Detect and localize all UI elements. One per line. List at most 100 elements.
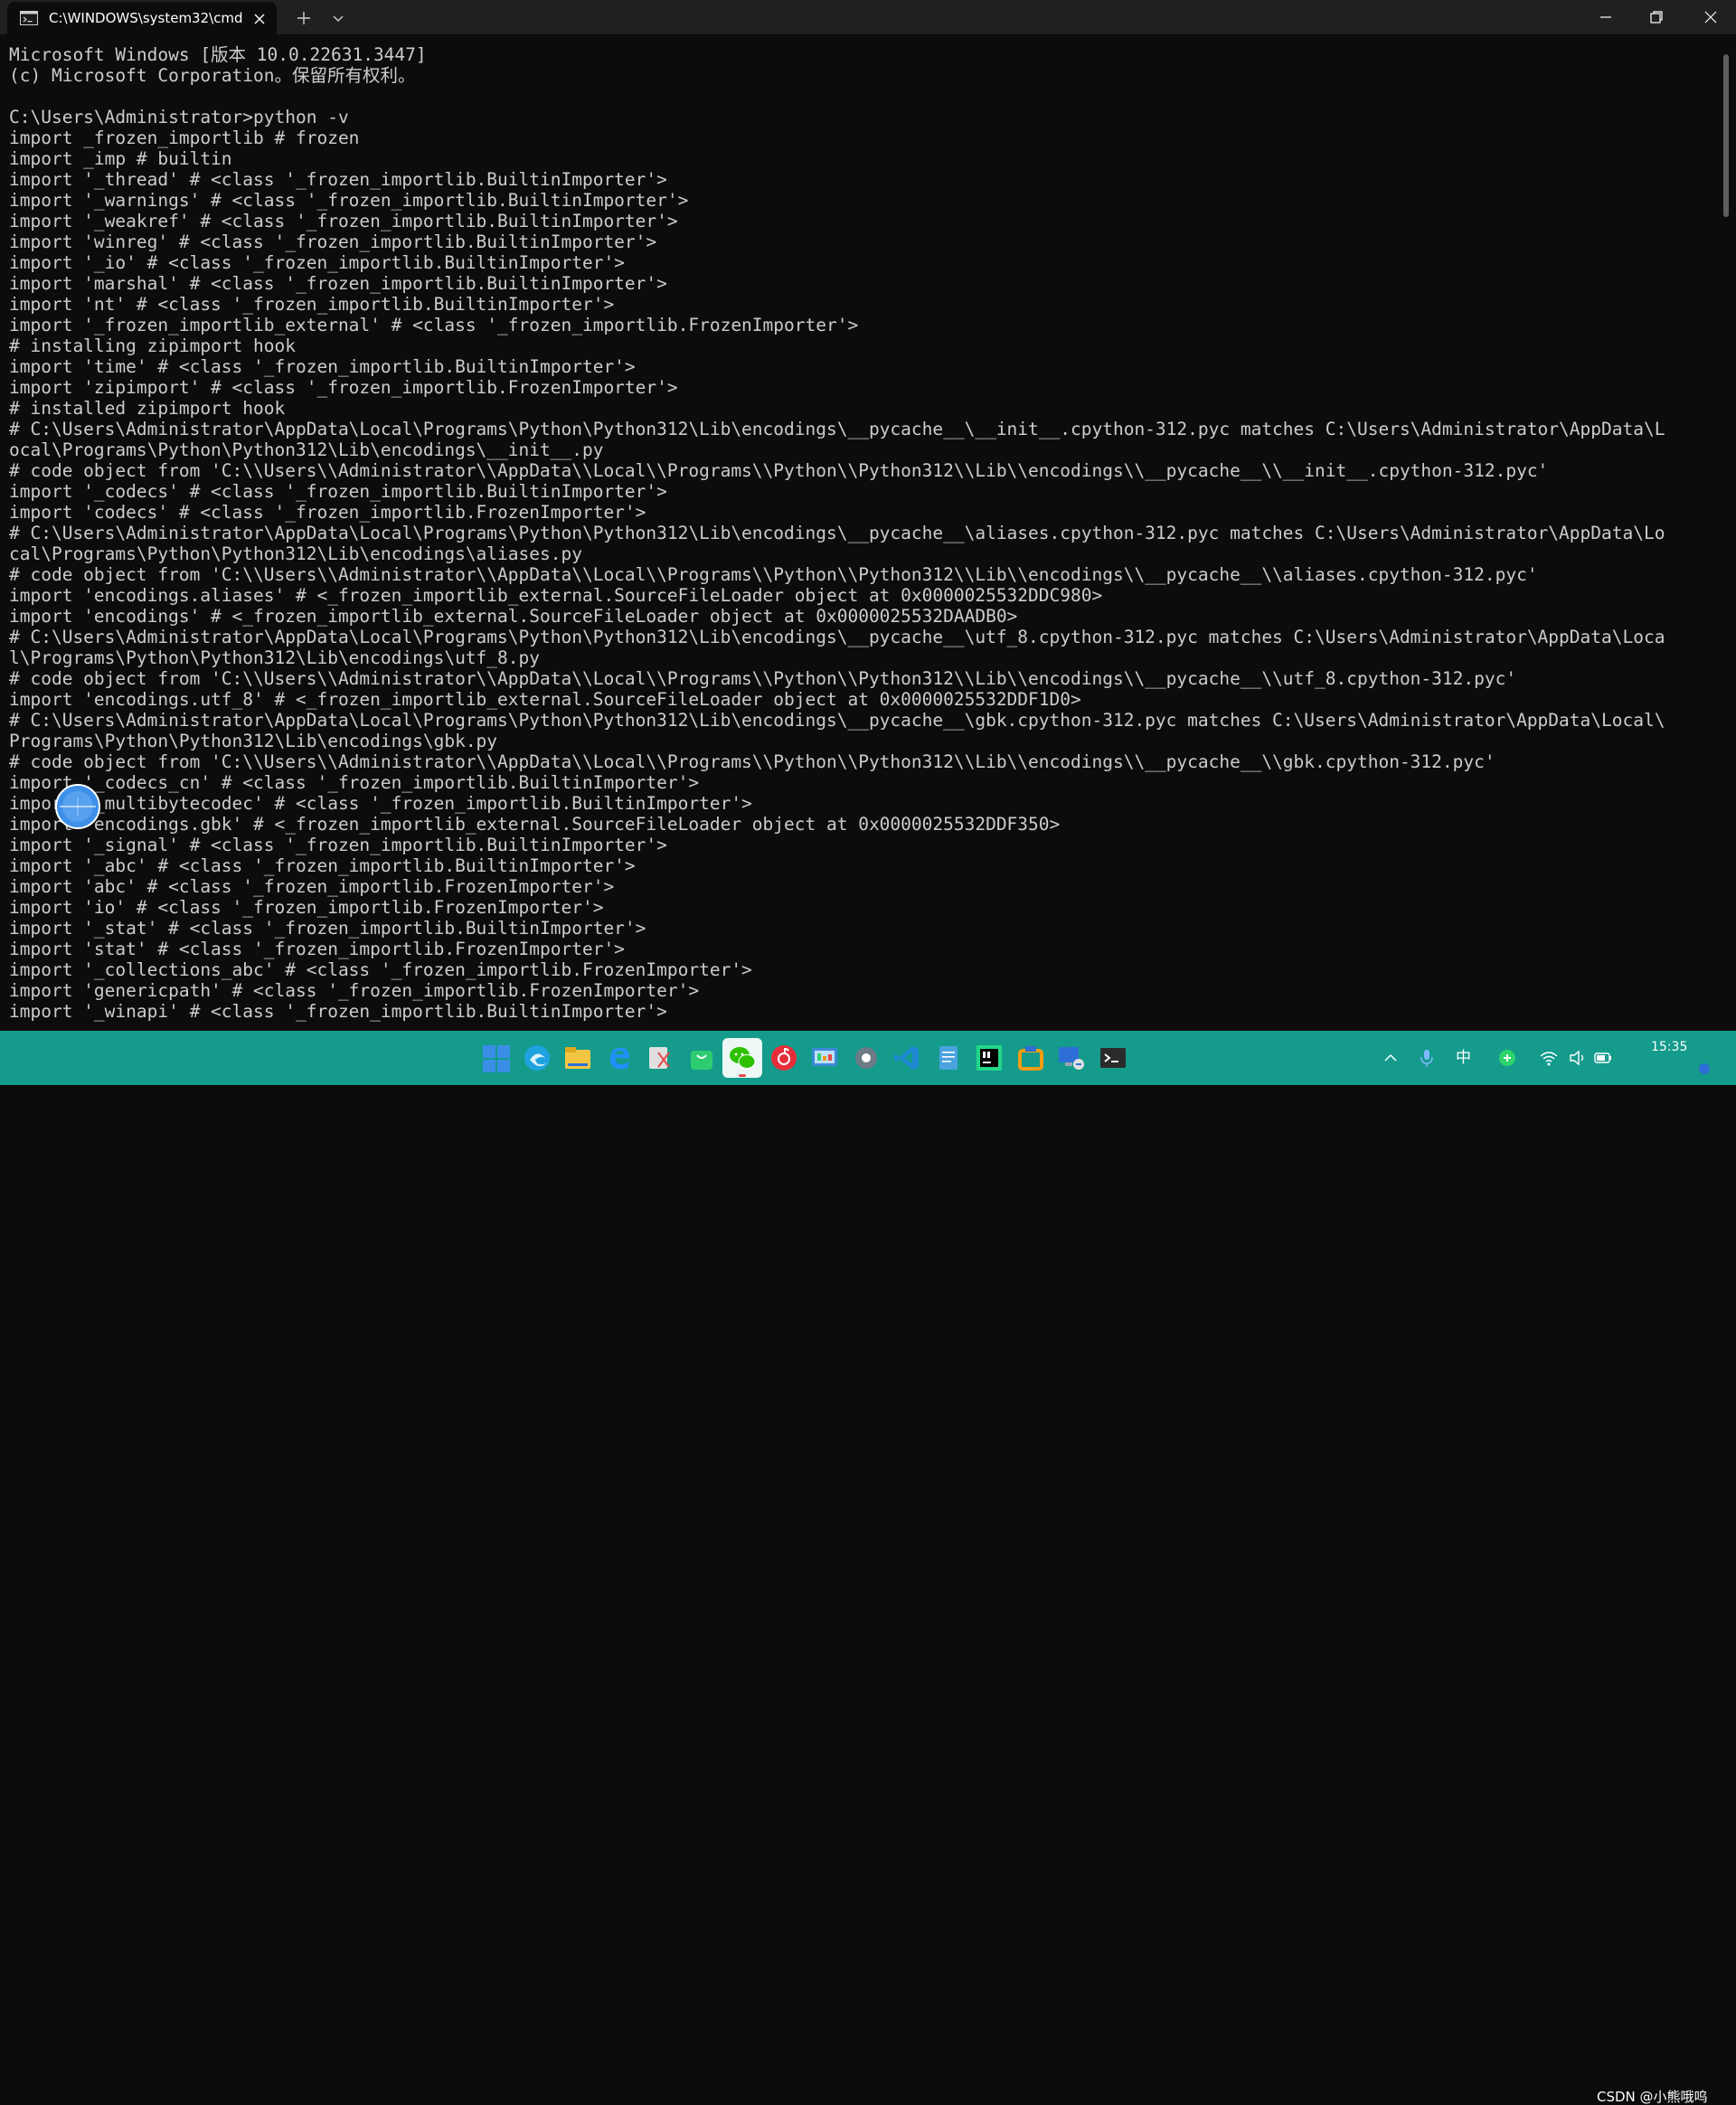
taskbar-terminal-button[interactable]	[1093, 1038, 1133, 1078]
console-line: ocal\Programs\Python\Python312\Lib\encod…	[9, 439, 604, 460]
taskbar-settings-button[interactable]	[846, 1038, 886, 1078]
console-line: import 'encodings' # <_frozen_importlib_…	[9, 606, 1018, 627]
console-line: # C:\Users\Administrator\AppData\Local\P…	[9, 523, 1665, 543]
console-line: # installing zipimport hook	[9, 335, 296, 356]
console-line: import 'stat' # <class '_frozen_importli…	[9, 939, 625, 959]
control-panel-icon	[812, 1048, 837, 1066]
cmd-icon	[20, 11, 38, 25]
console-line: import 'nt' # <class '_frozen_importlib.…	[9, 294, 615, 315]
console-line: import _frozen_importlib # frozen	[9, 127, 360, 148]
console-line: import 'zipimport' # <class '_frozen_imp…	[9, 377, 678, 398]
loading-cursor-icon	[54, 783, 101, 830]
tab-close-icon[interactable]	[250, 9, 269, 29]
console-line: import '_thread' # <class '_frozen_impor…	[9, 169, 667, 190]
volume-icon[interactable]	[1568, 1047, 1588, 1069]
console-line: (c) Microsoft Corporation。保留所有权利。	[9, 65, 416, 86]
wifi-icon[interactable]	[1539, 1047, 1559, 1069]
console-line: import '_codecs' # <class '_frozen_impor…	[9, 481, 667, 502]
vscode-icon	[894, 1046, 919, 1070]
new-tab-plus-icon[interactable]	[291, 5, 316, 31]
wechat-icon	[730, 1047, 756, 1069]
netease-music-icon	[771, 1045, 797, 1071]
console-line: # code object from 'C:\\Users\\Administr…	[9, 751, 1495, 772]
console-line: import 'abc' # <class '_frozen_importlib…	[9, 876, 615, 897]
show-hidden-icons-chevron-up-icon[interactable]	[1382, 1047, 1400, 1069]
console-line: import '_weakref' # <class '_frozen_impo…	[9, 211, 678, 231]
tab-title: C:\WINDOWS\system32\cmd.	[49, 10, 242, 26]
settings-icon	[855, 1047, 877, 1069]
console-line: # C:\Users\Administrator\AppData\Local\P…	[9, 627, 1665, 647]
console-line: import '_warnings' # <class '_frozen_imp…	[9, 190, 689, 211]
tab-dropdown-chevron-down-icon[interactable]	[326, 5, 351, 31]
taskbar-remote-desktop-button[interactable]	[1052, 1038, 1091, 1078]
console-line: import 'codecs' # <class '_frozen_import…	[9, 502, 646, 523]
console-line: import 'time' # <class '_frozen_importli…	[9, 356, 636, 377]
battery-icon[interactable]	[1593, 1047, 1613, 1069]
console-line: # installed zipimport hook	[9, 398, 286, 419]
console-line: cal\Programs\Python\Python312\Lib\encodi…	[9, 543, 582, 564]
remote-desktop-icon	[1059, 1047, 1084, 1070]
taskbar-ie-button[interactable]	[599, 1038, 639, 1078]
console-line: import 'io' # <class '_frozen_importlib.…	[9, 897, 604, 918]
close-icon	[1704, 11, 1717, 24]
console-line: import '_codecs_cn' # <class '_frozen_im…	[9, 772, 700, 793]
taskbar-shopping-bag-button[interactable]	[682, 1038, 722, 1078]
tab-cmd[interactable]: C:\WINDOWS\system32\cmd.	[7, 2, 277, 34]
console-line: import '_stat' # <class '_frozen_importl…	[9, 918, 646, 939]
taskbar-wechat-button[interactable]	[722, 1038, 762, 1078]
start-icon	[483, 1045, 510, 1072]
console-line: import '_abc' # <class '_frozen_importli…	[9, 855, 636, 876]
tray-app-icon[interactable]	[1497, 1047, 1517, 1069]
taskbar-start-button[interactable]	[476, 1038, 515, 1078]
console-line: C:\Users\Administrator>python -v	[9, 107, 349, 127]
title-bar: C:\WINDOWS\system32\cmd.	[0, 0, 1736, 34]
console-line: import 'encodings.aliases' # <_frozen_im…	[9, 585, 1103, 606]
taskbar-pycharm-button[interactable]	[969, 1038, 1009, 1078]
running-indicator	[739, 1074, 746, 1077]
console-line: import '_collections_abc' # <class '_fro…	[9, 959, 752, 980]
console-line: import '_winapi' # <class '_frozen_impor…	[9, 1001, 667, 1022]
watermark-text: CSDN @小熊哦呜	[1597, 2089, 1708, 2105]
console-line: Microsoft Windows [版本 10.0.22631.3447]	[9, 44, 427, 65]
minimize-button[interactable]	[1580, 0, 1631, 34]
taskbar-snipping-tool-button[interactable]	[640, 1038, 680, 1078]
vertical-scrollbar[interactable]	[1723, 54, 1729, 217]
console-output[interactable]: Microsoft Windows [版本 10.0.22631.3447] (c…	[9, 44, 1709, 1022]
console-line: import '_signal' # <class '_frozen_impor…	[9, 835, 667, 855]
console-line: import '_frozen_importlib_external' # <c…	[9, 315, 859, 335]
ime-indicator[interactable]: 中	[1456, 1047, 1471, 1069]
console-line: import 'marshal' # <class '_frozen_impor…	[9, 273, 667, 294]
console-line: import '_io' # <class '_frozen_importlib…	[9, 252, 625, 273]
taskbar-notepad-button[interactable]	[929, 1038, 968, 1078]
snipping-tool-icon	[649, 1047, 670, 1069]
console-line: import 'encodings.gbk' # <_frozen_import…	[9, 814, 1061, 835]
notification-icon[interactable]	[1696, 1058, 1712, 1080]
restore-button[interactable]	[1631, 0, 1682, 34]
taskbar-file-explorer-button[interactable]	[558, 1038, 598, 1078]
edge-icon	[524, 1045, 550, 1071]
shopping-bag-icon	[691, 1051, 712, 1070]
pycharm-icon	[976, 1045, 1002, 1071]
taskbar-control-panel-button[interactable]	[805, 1038, 844, 1078]
terminal-window: C:\WINDOWS\system32\cmd. Microsoft Windo…	[0, 0, 1736, 1031]
taskbar-netease-music-button[interactable]	[764, 1038, 804, 1078]
file-explorer-icon	[565, 1047, 590, 1069]
console-line: Programs\Python\Python312\Lib\encodings\…	[9, 731, 498, 751]
console-line: import '_multibytecodec' # <class '_froz…	[9, 793, 752, 814]
console-line: # code object from 'C:\\Users\\Administr…	[9, 668, 1517, 689]
console-line: import 'winreg' # <class '_frozen_import…	[9, 231, 657, 252]
ie-icon	[610, 1048, 629, 1070]
close-button[interactable]	[1685, 0, 1736, 34]
taskbar-app-orange-button[interactable]	[1011, 1038, 1051, 1078]
console-line: # C:\Users\Administrator\AppData\Local\P…	[9, 710, 1665, 731]
taskbar-edge-button[interactable]	[517, 1038, 557, 1078]
console-line: import 'genericpath' # <class '_frozen_i…	[9, 980, 700, 1001]
clock-time[interactable]: 15:35	[1651, 1040, 1687, 1054]
console-line: # C:\Users\Administrator\AppData\Local\P…	[9, 419, 1665, 439]
terminal-icon	[1100, 1048, 1126, 1068]
microphone-icon[interactable]	[1418, 1047, 1436, 1069]
taskbar-vscode-button[interactable]	[887, 1038, 927, 1078]
console-line: # code object from 'C:\\Users\\Administr…	[9, 460, 1549, 481]
console-line: import 'encodings.utf_8' # <_frozen_impo…	[9, 689, 1081, 710]
